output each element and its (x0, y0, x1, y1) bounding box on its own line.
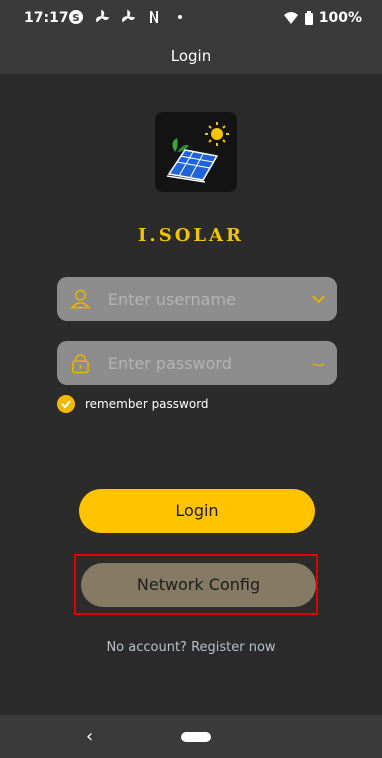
home-pill-icon[interactable] (181, 732, 211, 742)
username-field[interactable] (57, 277, 337, 321)
chevron-down-icon[interactable] (310, 290, 327, 308)
status-bar: 17:17 S 100% (0, 0, 382, 38)
svg-text:S: S (72, 13, 79, 24)
app-name: I.SOLAR (138, 225, 244, 246)
solar-panel-icon (166, 122, 229, 183)
password-input[interactable] (105, 352, 310, 374)
username-input[interactable] (105, 288, 310, 310)
battery-percent: 100% (318, 10, 362, 26)
skype-icon: S (69, 10, 83, 24)
user-icon (70, 289, 91, 309)
page-title: Login (0, 38, 382, 74)
remember-password[interactable]: remember password (57, 395, 209, 413)
register-link[interactable]: No account? Register now (0, 640, 382, 655)
dot-icon (178, 15, 182, 19)
eye-closed-icon[interactable] (310, 354, 327, 372)
fan-icon (122, 9, 136, 23)
status-right: 100% (283, 10, 362, 26)
checkbox-checked-icon[interactable] (57, 395, 75, 413)
back-icon[interactable]: ‹ (86, 726, 93, 747)
login-button[interactable]: Login (79, 489, 315, 533)
app-logo (155, 112, 237, 192)
status-time: 17:17 (24, 10, 69, 26)
login-screen: 17:17 S 100% Login I.SOLAR Enter usernam… (0, 0, 382, 758)
notification-icons: S (68, 9, 188, 25)
network-config-button[interactable]: Network Config (81, 563, 316, 607)
nav-bar: ‹ (0, 715, 382, 758)
password-field[interactable] (57, 341, 337, 385)
netflix-icon (150, 11, 158, 23)
fan-icon (96, 9, 110, 23)
lock-icon (72, 354, 89, 374)
remember-password-label: remember password (85, 397, 209, 411)
battery-icon (304, 11, 313, 25)
wifi-icon (283, 12, 298, 24)
